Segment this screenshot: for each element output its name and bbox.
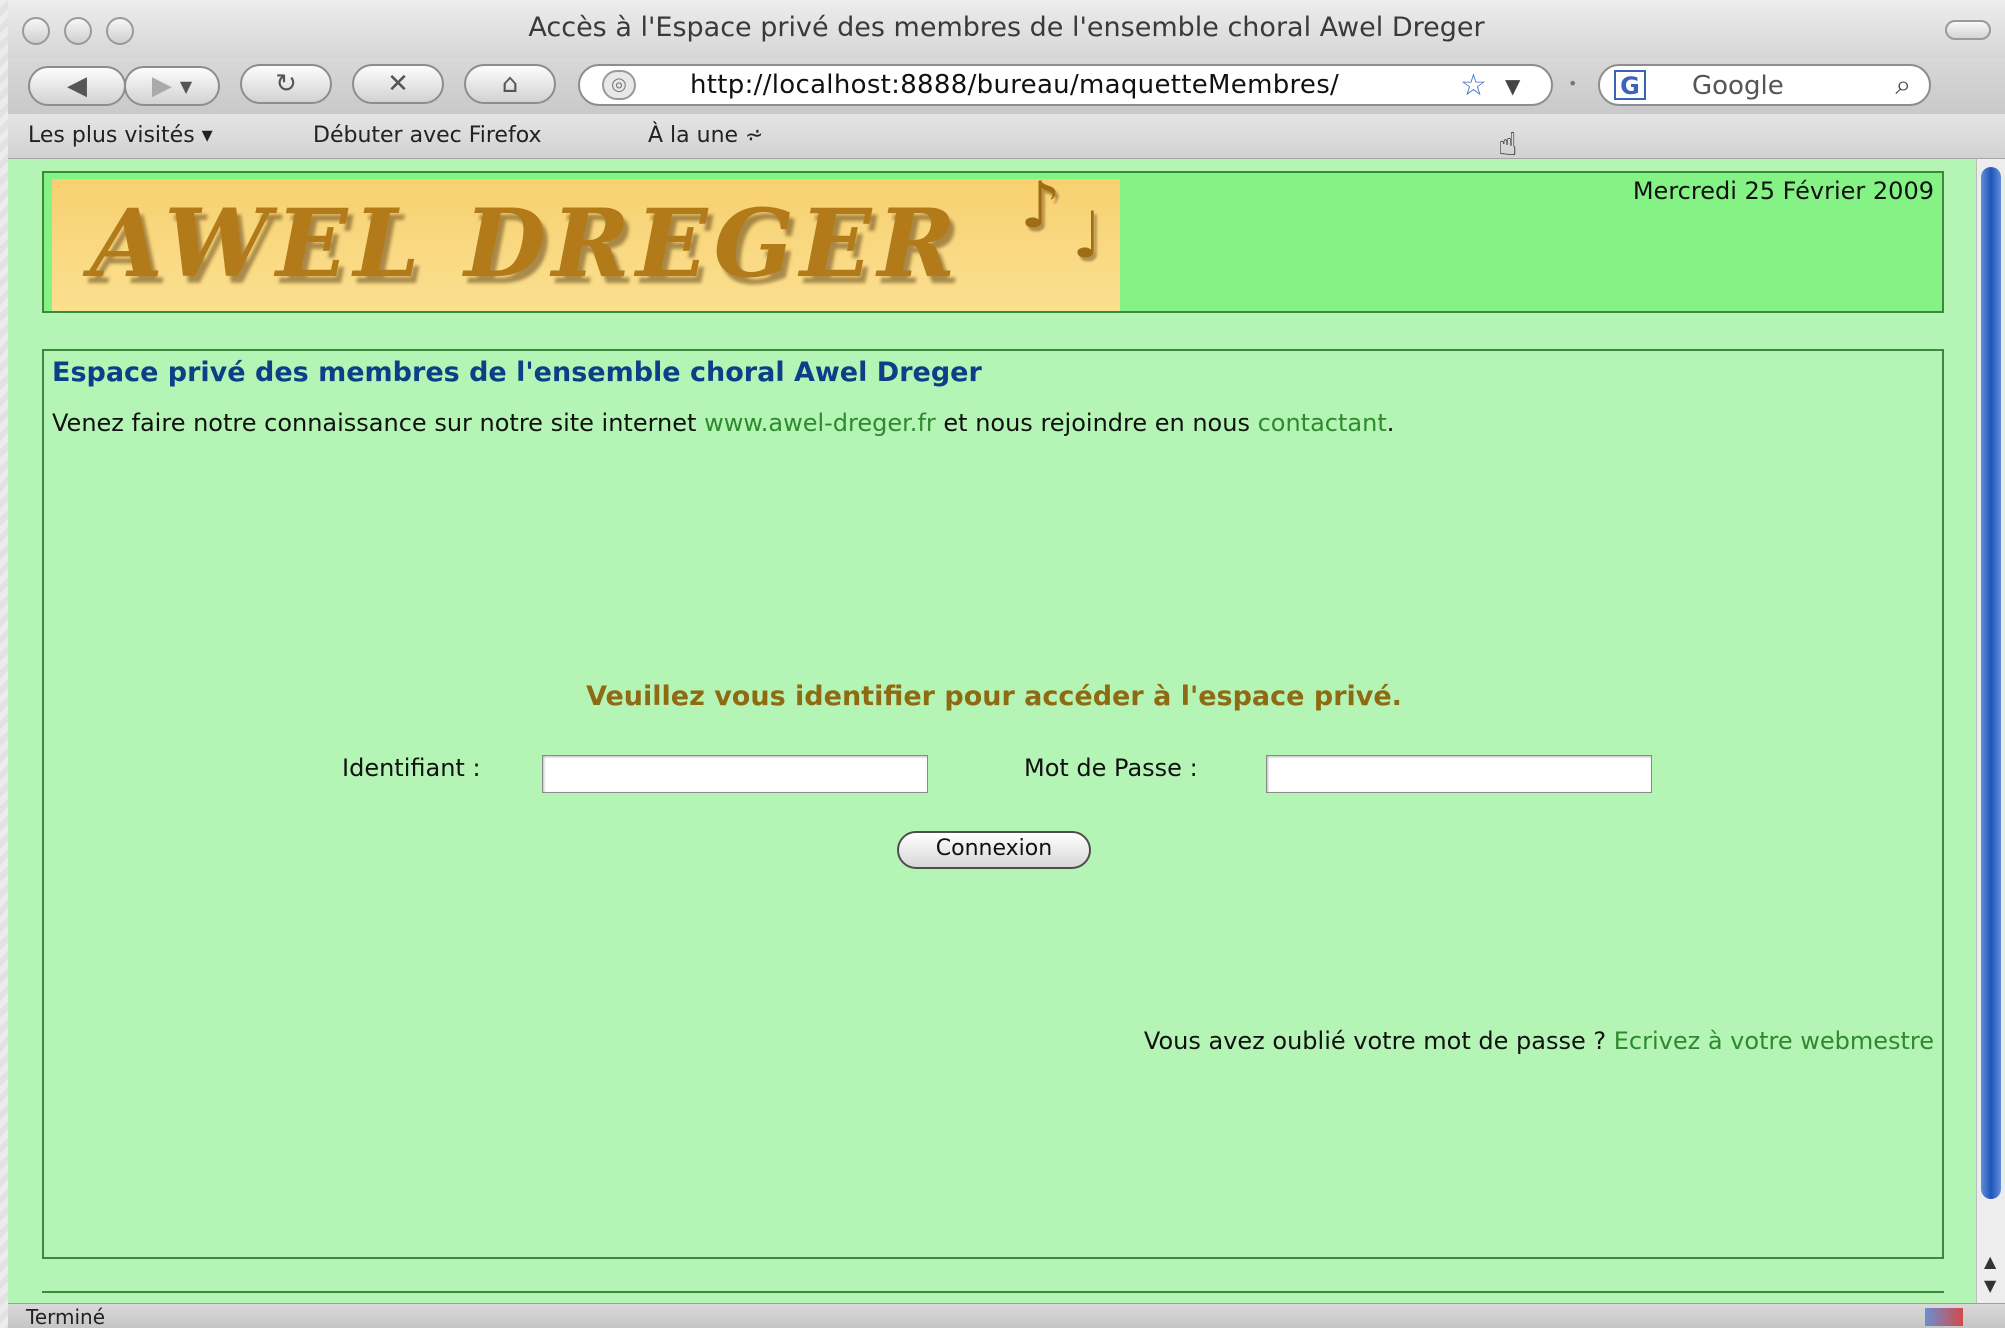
intro-middle-text: et nous rejoindre en nous	[935, 409, 1258, 437]
search-placeholder[interactable]: Google	[1692, 71, 1784, 101]
footer-box	[42, 1291, 1944, 1303]
page-content: AWEL DREGER ♪ ♩ Mercredi 25 Février 2009…	[8, 159, 1976, 1303]
home-button[interactable]: ⌂	[464, 64, 556, 104]
splitter-icon[interactable]: •	[1568, 74, 1577, 93]
bookmark-latest-headlines[interactable]: À la une ⩫	[648, 123, 763, 148]
toolbar-toggle-button[interactable]	[1945, 20, 1991, 40]
bookmarks-toolbar: Les plus visités ▾ Débuter avec Firefox …	[8, 114, 2005, 159]
login-button[interactable]: Connexion	[897, 831, 1091, 869]
site-link[interactable]: www.awel-dreger.fr	[704, 409, 936, 437]
back-arrow-icon: ◀	[67, 71, 87, 101]
site-identity-icon[interactable]: ◎	[602, 70, 636, 100]
bookmark-getting-started[interactable]: Débuter avec Firefox	[313, 123, 542, 148]
forgot-password-question: Vous avez oublié votre mot de passe ?	[1143, 1027, 1614, 1055]
vertical-scrollbar[interactable]: ▲ ▼	[1976, 159, 2005, 1303]
search-icon[interactable]: ⌕	[1895, 68, 1911, 102]
site-header: AWEL DREGER ♪ ♩ Mercredi 25 Février 2009	[42, 169, 1944, 313]
stop-icon: ✕	[387, 69, 409, 99]
contact-link[interactable]: contactant	[1258, 409, 1387, 437]
login-panel: Espace privé des membres de l'ensemble c…	[42, 349, 1944, 1259]
logo-text: AWEL DREGER	[90, 189, 962, 299]
back-button[interactable]: ◀	[28, 66, 126, 106]
music-note-icon: ♩	[1072, 199, 1103, 273]
search-engine-icon[interactable]: G	[1614, 70, 1646, 100]
webmaster-link[interactable]: Ecrivez à votre webmestre	[1614, 1027, 1934, 1055]
username-input[interactable]	[542, 755, 928, 793]
forgot-password-text: Vous avez oublié votre mot de passe ? Ec…	[1144, 1027, 1934, 1055]
browser-window: Accès à l'Espace privé des membres de l'…	[8, 0, 2005, 1328]
intro-before-text: Venez faire notre connaissance sur notre…	[52, 409, 705, 437]
scrollbar-thumb[interactable]	[1981, 167, 2001, 1199]
music-note-icon: ♪	[1020, 169, 1061, 243]
reload-button[interactable]: ↻	[240, 64, 332, 104]
intro-after-text: .	[1386, 409, 1395, 437]
username-label: Identifiant :	[342, 754, 481, 782]
url-dropdown-icon[interactable]: ▼	[1505, 74, 1520, 98]
status-text: Terminé	[26, 1305, 106, 1328]
window-title: Accès à l'Espace privé des membres de l'…	[528, 12, 1485, 43]
site-logo: AWEL DREGER ♪ ♩	[52, 169, 1120, 311]
history-dropdown-icon[interactable]: ▼	[180, 77, 192, 96]
intro-text: Venez faire notre connaissance sur notre…	[52, 409, 1394, 437]
page-title: Espace privé des membres de l'ensemble c…	[52, 357, 982, 388]
stop-button[interactable]: ✕	[352, 64, 444, 104]
forward-button[interactable]: ▶ ▼	[124, 66, 220, 106]
address-bar[interactable]: ◎ http://localhost:8888/bureau/maquetteM…	[578, 64, 1553, 106]
home-icon: ⌂	[501, 69, 519, 99]
scroll-down-arrow-icon[interactable]: ▼	[1984, 1276, 1996, 1295]
reload-icon: ↻	[275, 69, 297, 99]
login-prompt: Veuillez vous identifier pour accéder à …	[586, 681, 1402, 712]
title-bar: Accès à l'Espace privé des membres de l'…	[8, 0, 2005, 58]
status-bar: Terminé	[8, 1303, 2005, 1328]
password-label: Mot de Passe :	[1024, 754, 1198, 782]
url-text[interactable]: http://localhost:8888/bureau/maquetteMem…	[690, 70, 1339, 100]
search-bar[interactable]: G Google ⌕	[1598, 64, 1931, 106]
forward-arrow-icon: ▶	[151, 71, 172, 101]
hand-cursor-icon: ☝	[1498, 125, 1518, 163]
status-indicator-icon	[1925, 1308, 1963, 1326]
password-input[interactable]	[1266, 755, 1652, 793]
bookmark-most-visited[interactable]: Les plus visités ▾	[28, 123, 213, 148]
scroll-up-arrow-icon[interactable]: ▲	[1984, 1252, 1996, 1271]
current-date: Mercredi 25 Février 2009	[1632, 177, 1934, 205]
bookmark-star-icon[interactable]: ☆	[1460, 68, 1487, 103]
